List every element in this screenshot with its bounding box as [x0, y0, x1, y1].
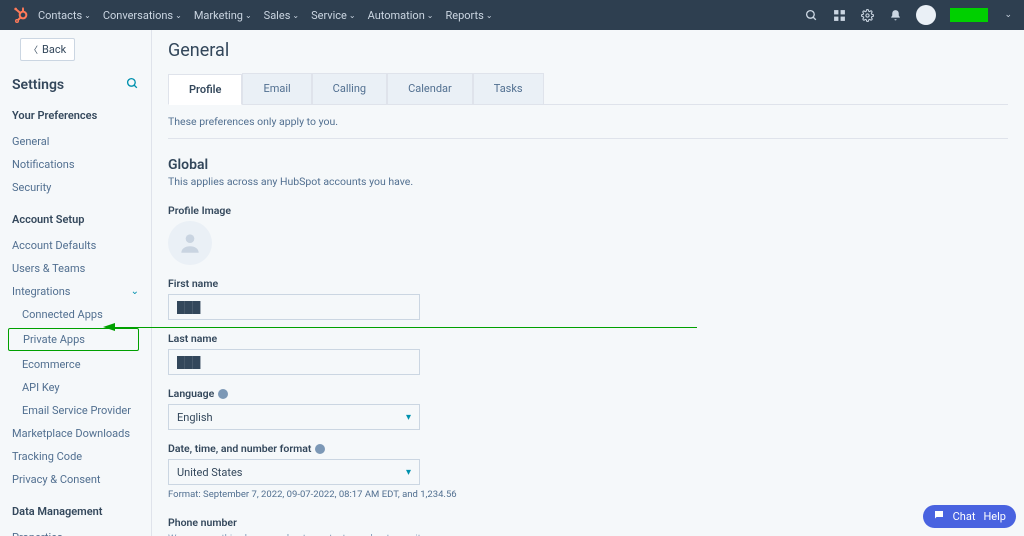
gear-icon[interactable]	[860, 8, 874, 22]
content-area: General Profile Email Calling Calendar T…	[152, 30, 1024, 536]
chevron-left-icon: 〈	[29, 43, 38, 56]
marketplace-icon[interactable]	[832, 8, 846, 22]
sidebar-item-notifications[interactable]: Notifications	[12, 153, 139, 176]
settings-sidebar: 〈 Back Settings Your Preferences General…	[0, 30, 152, 536]
first-name-input[interactable]	[168, 294, 420, 320]
nav-conversations[interactable]: Conversations⌄	[103, 9, 182, 22]
label-first-name: First name	[168, 277, 1008, 290]
tabs: Profile Email Calling Calendar Tasks	[168, 73, 1008, 105]
nav-menu: Contacts⌄ Conversations⌄ Marketing⌄ Sale…	[38, 9, 493, 22]
back-label: Back	[42, 43, 66, 56]
account-name[interactable]	[950, 8, 988, 22]
nav-marketing[interactable]: Marketing⌄	[194, 9, 252, 22]
language-value: English	[177, 411, 213, 424]
chevron-down-icon: ▾	[406, 467, 411, 478]
chevron-down-icon: ⌄	[84, 11, 91, 20]
chevron-down-icon: ⌄	[245, 11, 252, 20]
sidebar-item-security[interactable]: Security	[12, 176, 139, 199]
page-title: General	[168, 40, 1008, 61]
chevron-down-icon: ⌄	[349, 11, 356, 20]
tab-email[interactable]: Email	[242, 73, 311, 104]
format-hint: Format: September 7, 2022, 09-07-2022, 0…	[168, 489, 1008, 500]
sidebar-item-ecommerce[interactable]: Ecommerce	[12, 353, 139, 376]
person-icon	[177, 230, 203, 256]
label-language: Language	[168, 387, 1008, 400]
sidebar-item-private-apps[interactable]: Private Apps	[13, 332, 134, 347]
global-title: Global	[168, 157, 1008, 173]
tab-calendar[interactable]: Calendar	[387, 73, 473, 104]
label-format: Date, time, and number format	[168, 442, 1008, 455]
back-button[interactable]: 〈 Back	[20, 38, 75, 61]
chat-label: Chat	[953, 510, 976, 523]
chevron-down-icon: ⌄	[427, 11, 434, 20]
section-your-preferences: Your Preferences	[12, 109, 139, 122]
tab-calling[interactable]: Calling	[312, 73, 387, 104]
help-label: Help	[983, 510, 1006, 523]
sidebar-item-account-defaults[interactable]: Account Defaults	[12, 234, 139, 257]
sidebar-item-general[interactable]: General	[12, 130, 139, 153]
integrations-label: Integrations	[12, 285, 70, 298]
hubspot-logo[interactable]	[12, 6, 30, 24]
sidebar-item-properties[interactable]: Properties	[12, 526, 139, 536]
chevron-down-icon: ▾	[406, 412, 411, 423]
sidebar-item-tracking-code[interactable]: Tracking Code	[12, 445, 139, 468]
info-icon	[315, 444, 325, 454]
page-subtitle: These preferences only apply to you.	[168, 115, 1008, 139]
section-account-setup: Account Setup	[12, 213, 139, 226]
sidebar-title: Settings	[12, 77, 64, 93]
format-select[interactable]: United States ▾	[168, 459, 420, 485]
nav-automation[interactable]: Automation⌄	[368, 9, 434, 22]
avatar[interactable]	[916, 5, 936, 25]
chevron-down-icon: ⌄	[175, 11, 182, 20]
section-data-management: Data Management	[12, 505, 139, 518]
label-phone: Phone number	[168, 516, 1008, 529]
sidebar-item-api-key[interactable]: API Key	[12, 376, 139, 399]
search-icon[interactable]	[804, 8, 818, 22]
tab-tasks[interactable]: Tasks	[473, 73, 544, 104]
nav-contacts[interactable]: Contacts⌄	[38, 9, 91, 22]
sidebar-item-email-service-provider[interactable]: Email Service Provider	[12, 399, 139, 422]
info-icon	[218, 389, 228, 399]
nav-sales[interactable]: Sales⌄	[264, 9, 299, 22]
sidebar-item-users-teams[interactable]: Users & Teams	[12, 257, 139, 280]
global-subtitle: This applies across any HubSpot accounts…	[168, 175, 1008, 188]
language-select[interactable]: English ▾	[168, 404, 420, 430]
chevron-down-icon: ⌄	[1004, 10, 1012, 20]
chevron-down-icon: ⌄	[131, 286, 139, 297]
label-profile-image: Profile Image	[168, 204, 1008, 217]
search-icon[interactable]	[126, 77, 139, 93]
nav-reports[interactable]: Reports⌄	[445, 9, 492, 22]
chevron-down-icon: ⌄	[292, 11, 299, 20]
bell-icon[interactable]	[888, 8, 902, 22]
nav-icons: ⌄	[804, 5, 1012, 25]
chevron-down-icon: ⌄	[486, 11, 493, 20]
chat-bubble-icon	[933, 509, 945, 524]
nav-service[interactable]: Service⌄	[311, 9, 356, 22]
top-navbar: Contacts⌄ Conversations⌄ Marketing⌄ Sale…	[0, 0, 1024, 30]
sidebar-item-privacy-consent[interactable]: Privacy & Consent	[12, 468, 139, 491]
label-last-name: Last name	[168, 332, 1008, 345]
profile-image-upload[interactable]	[168, 221, 212, 265]
chat-widget[interactable]: Chat Help	[923, 505, 1016, 528]
format-value: United States	[177, 466, 242, 479]
tab-profile[interactable]: Profile	[168, 74, 242, 105]
sidebar-item-integrations[interactable]: Integrations ⌄	[12, 280, 139, 303]
sidebar-item-connected-apps[interactable]: Connected Apps	[12, 303, 139, 326]
sidebar-item-marketplace-downloads[interactable]: Marketplace Downloads	[12, 422, 139, 445]
last-name-input[interactable]	[168, 349, 420, 375]
